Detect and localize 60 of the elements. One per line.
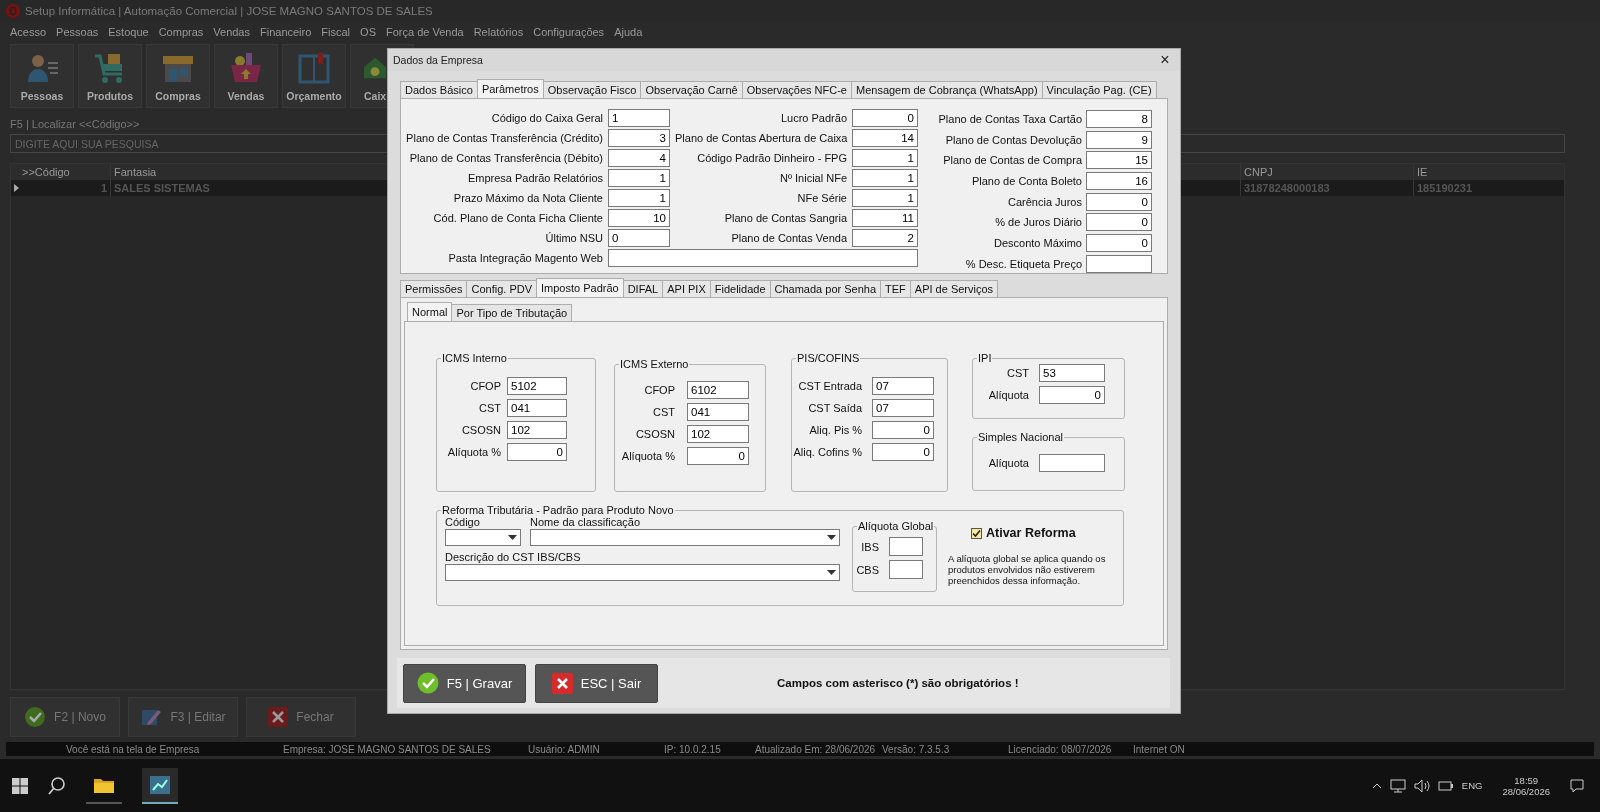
field-label: Desconto Máximo (992, 237, 1082, 250)
required-fields-note: Campos com asterisco (*) são obrigatórios ! (777, 677, 1019, 689)
field-label: IBS (860, 540, 879, 553)
field-label: CST (1006, 367, 1029, 379)
field-label: % Desc. Etiqueta Preço (964, 257, 1082, 270)
field-label: Alíquota % (446, 446, 501, 458)
field-label: Carência Juros (1007, 195, 1082, 208)
field-label: Descrição do CST IBS/CBS (445, 551, 582, 564)
field-label: Aliq. Cofins % (792, 446, 862, 458)
field-label: % de Juros Diário (994, 216, 1082, 229)
field-label: CSOSN (634, 428, 675, 440)
field-label: CST Entrada (797, 380, 862, 392)
group-title: ICMS Interno (441, 352, 508, 364)
search-label: F5 | Localizar <<Código>> (10, 118, 140, 130)
field-label: Cód. Plano de Conta Ficha Cliente (432, 212, 603, 224)
status-text: Licenciado: 08/07/2026 (1008, 743, 1113, 755)
status-text: Você está na tela de Empresa (66, 743, 201, 755)
group-title: ICMS Externo (619, 358, 690, 370)
field-label: Alíquota (987, 457, 1029, 469)
status-text: IP: 10.0.2.15 (664, 743, 722, 755)
field-label: CBS (855, 563, 879, 576)
group-title: Simples Nacional (977, 431, 1064, 443)
field-label: Plano de Contas de Compra (942, 154, 1082, 167)
field-label: Código Padrão Dinheiro - FPG (696, 152, 847, 164)
table-cell-text: 185190231 (1416, 181, 1474, 196)
table-cell: 1 (19, 180, 111, 196)
status-text: Usuário: ADMIN (528, 743, 601, 755)
field-label: Alíquota (987, 389, 1029, 401)
field-label: Alíquota % (620, 450, 675, 462)
field-label: Plano de Contas Abertura de Caixa (675, 132, 847, 144)
group-title: IPI (977, 352, 993, 364)
field-label: Plano de Contas Transferência (Débito) (408, 152, 603, 164)
table-cell: 31878248000183 (1241, 180, 1414, 196)
field-label: Código (445, 516, 481, 529)
field-label: Plano de Contas Transferência (Crédito) (405, 132, 603, 144)
field-label: CFOP (469, 380, 501, 392)
group-title: PIS/COFINS (796, 352, 861, 364)
status-text: Atualizado Em: 28/06/2026 (755, 743, 877, 755)
field-label: Lucro Padrão (779, 112, 847, 124)
field-label: Aliq. Pis % (808, 424, 862, 436)
status-text: Internet ON (1133, 743, 1185, 755)
app-title: Setup Informática | Automação Comercial | JOSE MAGNO SANTOS DE SALES (25, 5, 433, 17)
group-title: Alíquota Global (857, 520, 935, 532)
field-label: Plano de Contas Sangria (723, 212, 847, 224)
field-label: Plano de Contas Taxa Cartão (937, 113, 1082, 125)
note-text: A alíquota global se aplica quando os produtos envolvidos não estiverem preenchidos dessa informação. (948, 553, 1107, 586)
field-label: Último NSU (544, 232, 603, 244)
field-label: CFOP (643, 384, 675, 396)
field-label: Plano de Contas Venda (730, 232, 847, 244)
field-label: Pasta Integração Magento Web (447, 252, 603, 264)
field-label: Plano de Contas Devolução (944, 133, 1082, 146)
group-title: Reforma Tributária - Padrão para Produto Novo (441, 504, 675, 516)
field-label: Código do Caixa Geral (490, 112, 603, 124)
field-label: CSOSN (460, 424, 501, 436)
field-label: CST (478, 402, 501, 414)
status-text: Empresa: JOSE MAGNO SANTOS DE SALES (283, 743, 492, 755)
field-label: CST Saída (807, 402, 862, 414)
field-label: Nome da classificação (530, 516, 642, 529)
status-text: Versão: 7.3.5.3 (882, 743, 951, 755)
field-label: CST (652, 406, 675, 418)
